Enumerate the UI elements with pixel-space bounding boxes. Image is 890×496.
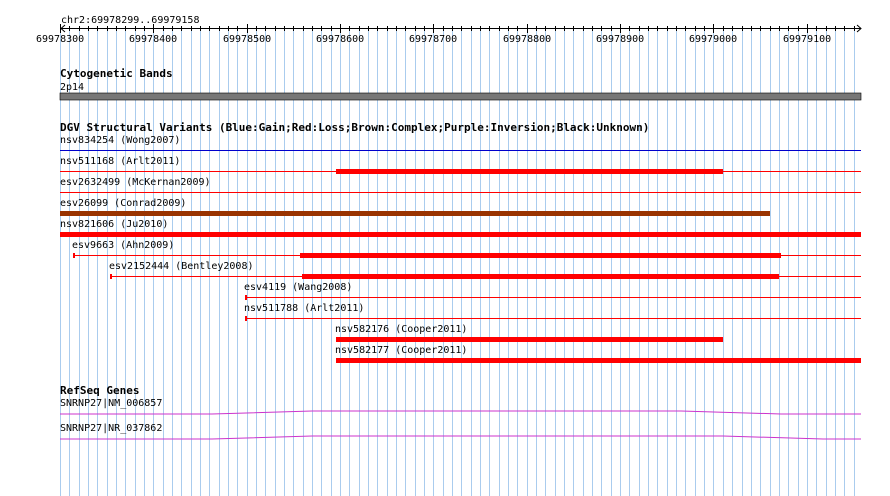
ruler-tick-label: 69978800 (503, 34, 552, 45)
gene-model-line[interactable] (60, 410, 861, 415)
refseq-track-title[interactable]: RefSeq Genes (60, 385, 139, 397)
genome-browser: chr2:69978299..69979158 69978300 69978400… (0, 0, 890, 496)
cytoband-bar[interactable] (59, 92, 862, 101)
ruler-tick-label: 69978300 (36, 34, 85, 45)
variant-label[interactable]: nsv582176 (Cooper2011) (335, 324, 467, 335)
dgv-track-title[interactable]: DGV Structural Variants (Blue:Gain;Red:L… (60, 122, 649, 134)
variant-start-mark[interactable] (110, 274, 112, 279)
variant-label[interactable]: esv2632499 (McKernan2009) (60, 177, 211, 188)
variant-label[interactable]: nsv821606 (Ju2010) (60, 219, 168, 230)
variant-block[interactable] (336, 169, 723, 174)
variant-block[interactable] (300, 253, 781, 258)
variant-label[interactable]: nsv582177 (Cooper2011) (335, 345, 467, 356)
variant-block[interactable] (60, 211, 770, 216)
ruler-tick-label: 69978900 (596, 34, 645, 45)
variant-block[interactable] (336, 358, 861, 363)
position-label: chr2:69978299..69979158 (61, 15, 200, 26)
ruler-tick-label: 69979000 (689, 34, 738, 45)
variant-label[interactable]: nsv511168 (Arlt2011) (60, 156, 180, 167)
gene-model-line[interactable] (60, 435, 861, 440)
gene-label[interactable]: SNRNP27|NR_037862 (60, 423, 162, 434)
cytoband-track-title[interactable]: Cytogenetic Bands (60, 68, 173, 80)
variant-start-mark[interactable] (245, 316, 247, 321)
ruler-tick-label: 69978700 (409, 34, 458, 45)
gene-label[interactable]: SNRNP27|NM_006857 (60, 398, 162, 409)
variant-block[interactable] (336, 337, 723, 342)
variant-label[interactable]: esv26099 (Conrad2009) (60, 198, 186, 209)
cytoband-label: 2p14 (60, 82, 85, 93)
variant-label[interactable]: nsv834254 (Wong2007) (60, 135, 180, 146)
variant-label[interactable]: nsv511788 (Arlt2011) (244, 303, 364, 314)
variant-label[interactable]: esv4119 (Wang2008) (244, 282, 352, 293)
ruler-tick-label: 69978500 (223, 34, 272, 45)
variant-label[interactable]: esv9663 (Ahn2009) (72, 240, 174, 251)
variant-start-mark[interactable] (73, 253, 75, 258)
variant-start-mark[interactable] (245, 295, 247, 300)
variant-label[interactable]: esv2152444 (Bentley2008) (109, 261, 254, 272)
ruler-tick-label: 69979100 (783, 34, 832, 45)
ruler-tick-label: 69978400 (129, 34, 178, 45)
variant-block[interactable] (302, 274, 779, 279)
variant-block[interactable] (60, 232, 861, 237)
ruler-tick-label: 69978600 (316, 34, 365, 45)
